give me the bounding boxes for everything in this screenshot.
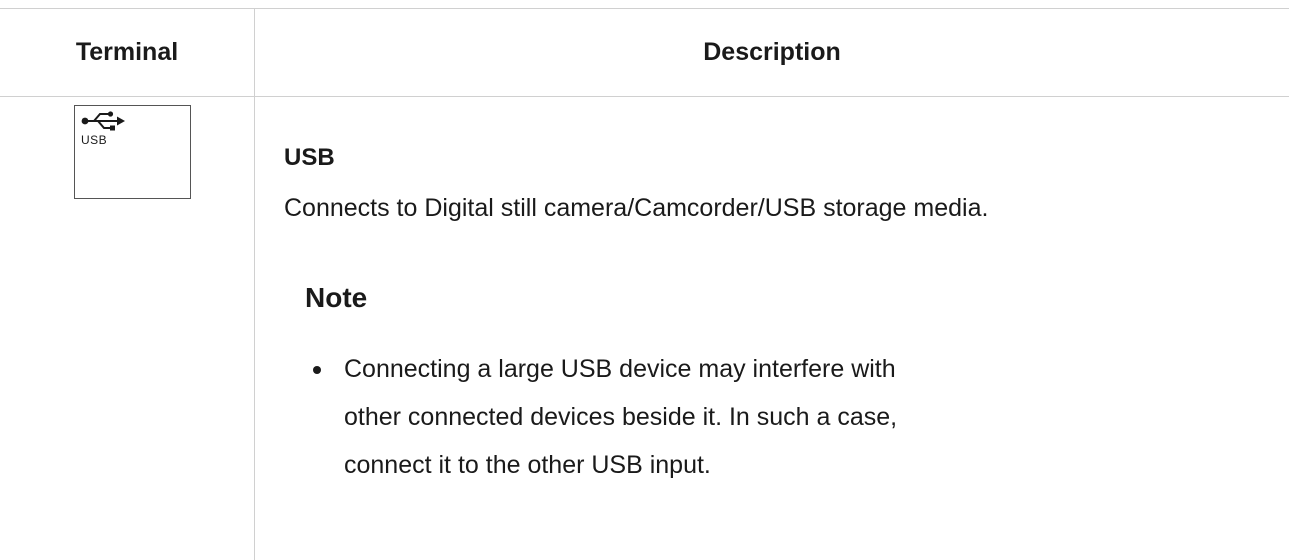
description-title: USB [284,144,335,171]
note-item: Connecting a large USB device may interf… [305,345,945,489]
usb-terminal-text: USB [81,133,108,147]
header-bottom-border [0,96,1289,97]
description-text: Connects to Digital still camera/Camcord… [284,194,989,222]
note-list: Connecting a large USB device may interf… [305,345,945,489]
header-terminal: Terminal [75,37,179,66]
bullet-icon [313,366,321,374]
usb-icon [81,111,125,131]
note-heading: Note [305,282,368,313]
note-item-text: Connecting a large USB device may interf… [344,355,898,479]
header-description: Description [703,37,841,66]
usb-terminal-label: USB [74,105,191,199]
